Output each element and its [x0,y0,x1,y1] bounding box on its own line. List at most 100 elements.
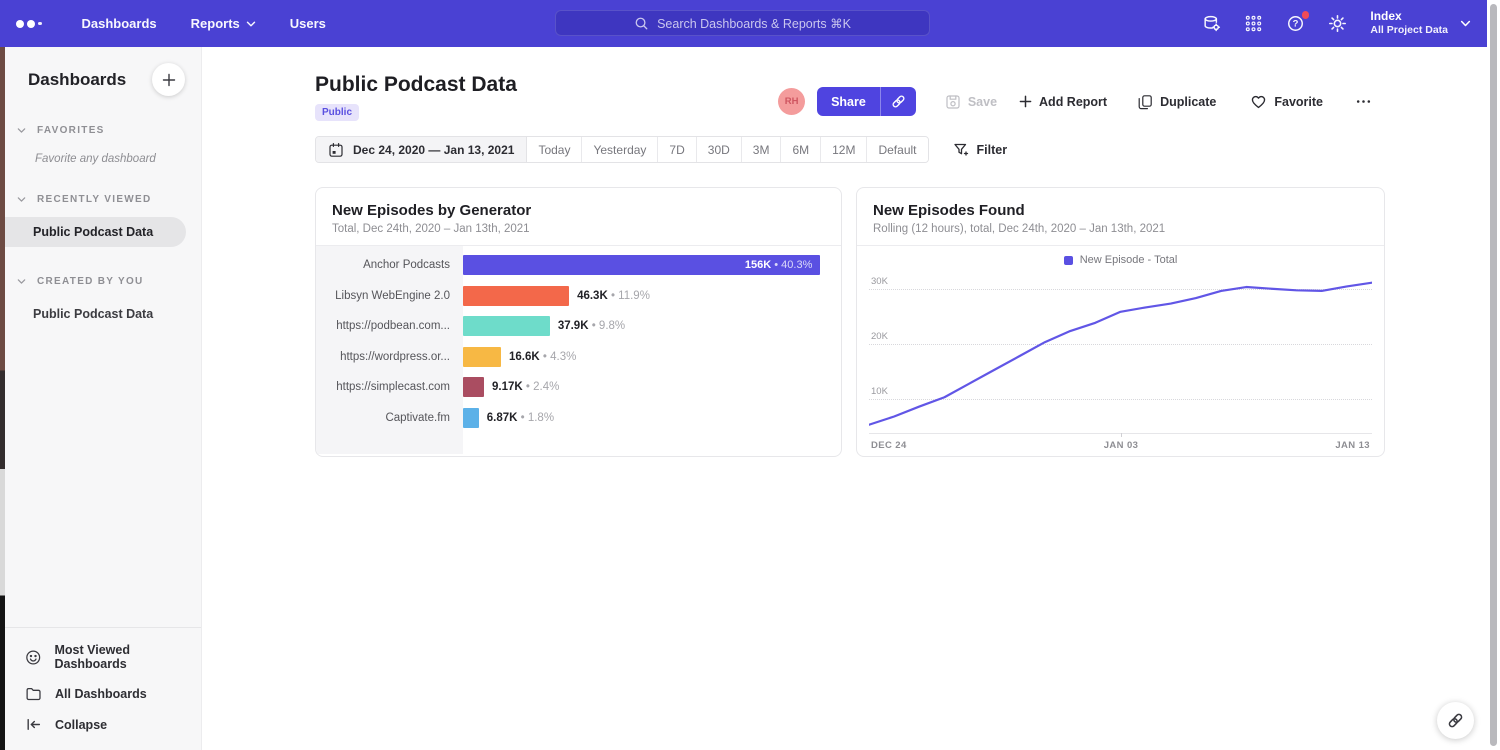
data-management-icon[interactable] [1202,14,1221,33]
bar-value-label: 37.9K • 9.8% [558,320,625,332]
add-report-label: Add Report [1039,95,1107,109]
nav-item-label: Reports [191,16,240,31]
bar-value-label: 46.3K • 11.9% [577,290,650,302]
sidebar: Dashboards FAVORITES Favorite any dashbo… [5,47,202,750]
date-preset-7d[interactable]: 7D [658,137,696,162]
most-viewed-dashboards-button[interactable]: Most Viewed Dashboards [5,636,201,678]
copy-dashboard-link-button[interactable] [1437,702,1474,739]
bar-chart-card: New Episodes by Generator Total, Dec 24t… [315,187,842,457]
project-switcher[interactable]: Index All Project Data [1370,9,1471,38]
collapse-sidebar-button[interactable]: Collapse [5,709,201,740]
date-preset-today[interactable]: Today [527,137,582,162]
section-label: CREATED BY YOU [37,276,144,287]
search-input[interactable]: Search Dashboards & Reports ⌘K [555,10,930,36]
help-icon[interactable]: ? [1286,14,1305,33]
bar-value-label: 9.17K • 2.4% [492,381,559,393]
x-axis-label: JAN 03 [1104,440,1139,451]
project-name: Index [1370,9,1448,25]
folder-icon [25,685,42,702]
sidebar-item-public-podcast-data[interactable]: Public Podcast Data [5,217,186,247]
bar-category-label: https://wordpress.or... [316,342,463,373]
bar-segment[interactable]: 156K • 40.3% [463,255,820,275]
bar-segment[interactable] [463,408,479,428]
bar-category-label: https://simplecast.com [316,372,463,403]
nav-item-dashboards[interactable]: Dashboards [82,16,157,31]
bar-row: 46.3K • 11.9% [463,281,841,312]
section-label: RECENTLY VIEWED [37,194,152,205]
chart-legend: New Episode - Total [869,252,1372,276]
bar-segment[interactable] [463,347,501,367]
bar-category-label: Captivate.fm [316,403,463,434]
line-chart-card: New Episodes Found Rolling (12 hours), t… [856,187,1385,457]
add-report-button[interactable]: Add Report [1008,95,1118,109]
bar-row: 9.17K • 2.4% [463,372,841,403]
bar-row: 37.9K • 9.8% [463,311,841,342]
bar-chart-subtitle: Total, Dec 24th, 2020 – Jan 13th, 2021 [332,223,825,235]
copy-link-button[interactable] [881,87,916,116]
more-options-button[interactable] [1344,93,1383,110]
section-recently-viewed[interactable]: RECENTLY VIEWED [5,194,201,205]
add-dashboard-button[interactable] [152,63,185,96]
apps-grid-icon[interactable] [1244,14,1263,33]
notification-badge [1302,11,1310,19]
share-button[interactable]: Share [817,87,916,116]
all-dashboards-button[interactable]: All Dashboards [5,678,201,709]
bar-value-label: 6.87K • 1.8% [487,412,554,424]
section-created-by-you[interactable]: CREATED BY YOU [5,276,201,287]
date-range-label: Dec 24, 2020 — Jan 13, 2021 [353,143,514,157]
date-preset-yesterday[interactable]: Yesterday [582,137,658,162]
ellipsis-icon [1355,93,1372,110]
nav-item-users[interactable]: Users [290,16,326,31]
sidebar-title: Dashboards [28,70,126,90]
bar-segment[interactable] [463,316,550,336]
footer-item-label: All Dashboards [55,687,147,701]
bar-category-label: Libsyn WebEngine 2.0 [316,281,463,312]
x-axis-tick [1121,433,1122,437]
filter-label: Filter [977,143,1008,157]
nav-item-reports[interactable]: Reports [191,16,256,31]
settings-gear-icon[interactable] [1328,14,1347,33]
bar-segment[interactable] [463,286,569,306]
bar-segment[interactable] [463,377,484,397]
chevron-down-icon [246,19,256,29]
logo-dot [27,20,35,28]
section-favorites[interactable]: FAVORITES [5,125,201,136]
chevron-down-icon [17,195,26,204]
date-preset-3m[interactable]: 3M [742,137,782,162]
bar-row: 6.87K • 1.8% [463,403,841,434]
bar-value-label: 156K • 40.3% [745,259,812,271]
date-preset-6m[interactable]: 6M [781,137,821,162]
line-plot[interactable]: 10K20K30K [869,276,1372,434]
save-button[interactable]: Save [934,94,1008,110]
date-preset-12m[interactable]: 12M [821,137,867,162]
logo-dot [38,22,42,26]
footer-item-label: Most Viewed Dashboards [54,643,201,671]
search-placeholder: Search Dashboards & Reports ⌘K [657,16,851,31]
help-glyph: ? [1293,19,1299,30]
filter-button[interactable]: Filter [953,142,1008,158]
filter-funnel-icon [953,142,969,158]
project-scope: All Project Data [1370,24,1448,38]
search-icon [634,16,649,31]
date-preset-30d[interactable]: 30D [697,137,742,162]
link-icon [891,94,906,109]
bar-row: 156K • 40.3% [463,250,841,281]
date-preset-default[interactable]: Default [867,137,927,162]
mixpanel-logo[interactable] [16,20,42,28]
collapse-icon [25,716,42,733]
line-chart-title: New Episodes Found [873,202,1368,219]
scrollbar-thumb[interactable] [1490,4,1497,746]
heart-icon [1250,93,1267,110]
avatar[interactable]: RH [778,88,805,115]
sidebar-item-public-podcast-data[interactable]: Public Podcast Data [5,299,201,329]
duplicate-button[interactable]: Duplicate [1126,94,1227,110]
x-axis-label: JAN 13 [1335,440,1370,451]
link-icon [1447,712,1464,729]
line-series [869,276,1372,433]
scrollbar-gutter [1487,0,1500,750]
favorite-button[interactable]: Favorite [1239,93,1334,110]
date-range-button[interactable]: Dec 24, 2020 — Jan 13, 2021 [316,137,527,162]
nav-item-label: Users [290,16,326,31]
logo-dot [16,20,24,28]
smiley-icon [25,649,41,666]
